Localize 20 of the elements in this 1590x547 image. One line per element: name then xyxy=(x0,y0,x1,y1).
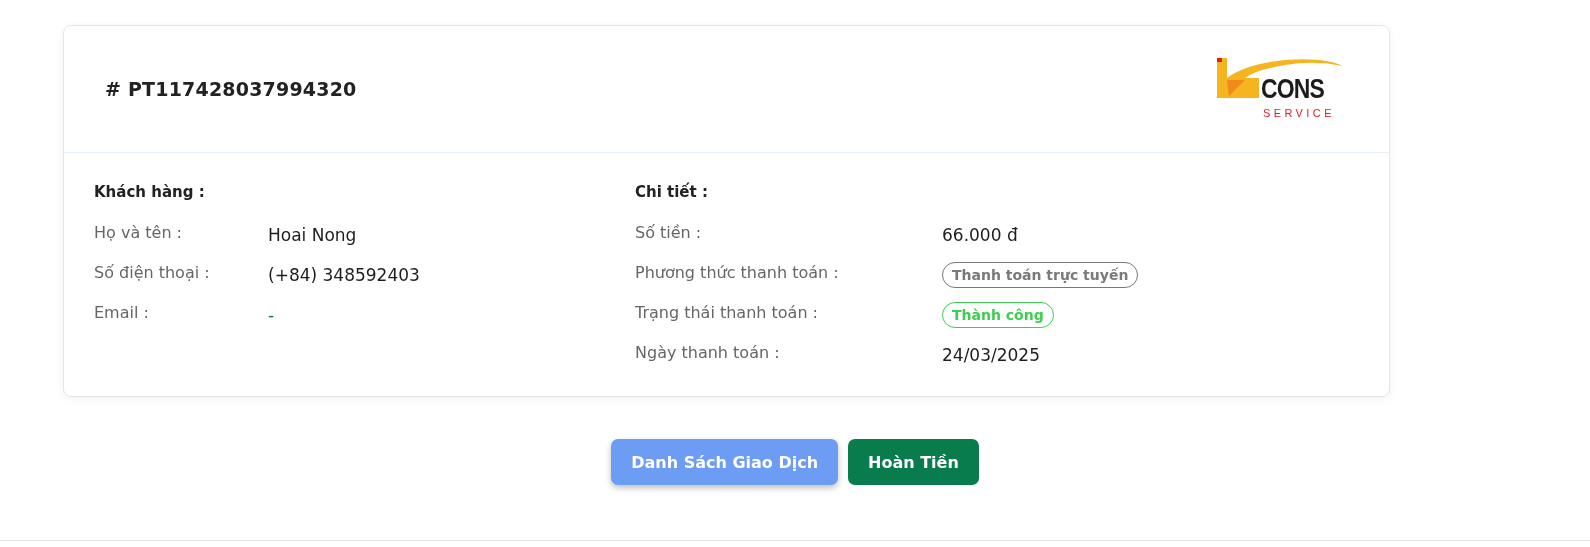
receipt-code: # PT117428037994320 xyxy=(105,78,357,100)
field-label: Phương thức thanh toán : xyxy=(635,262,840,282)
section-heading: Chi tiết : xyxy=(635,183,709,203)
field-value: 24/03/2025 xyxy=(942,345,1040,365)
field-value: (+84) 348592403 xyxy=(268,265,420,285)
logo-text: CONS xyxy=(1261,74,1324,105)
section-heading: Khách hàng : xyxy=(94,183,206,203)
logo-subtext: SERVICE xyxy=(1263,107,1335,119)
logo-icon xyxy=(1215,56,1345,101)
field-label: Ngày thanh toán : xyxy=(635,342,781,362)
field-label: Email : xyxy=(94,302,150,322)
field-value: - xyxy=(268,305,275,325)
field-label: Trạng thái thanh toán : xyxy=(635,302,819,322)
action-button[interactable]: Danh Sách Giao Dịch xyxy=(611,439,838,485)
field-label: Số điện thoại : xyxy=(94,262,211,282)
action-button[interactable]: Hoàn Tiền xyxy=(848,439,979,485)
field-label: Số tiền : xyxy=(635,222,703,242)
field-label: Họ và tên : xyxy=(94,222,183,242)
field-value: Hoai Nong xyxy=(268,225,357,245)
field-value: 66.000 đ xyxy=(942,225,1018,245)
